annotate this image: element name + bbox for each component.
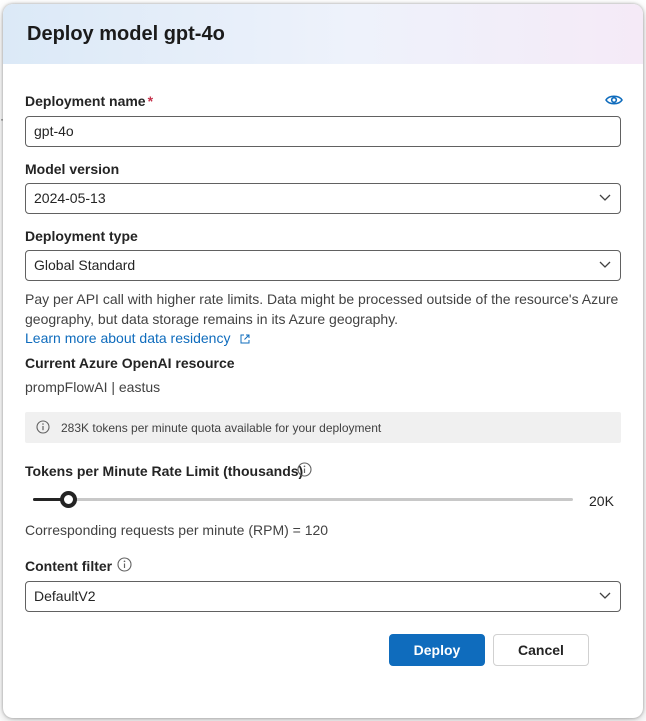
info-icon: [36, 420, 50, 434]
rate-limit-slider-thumb[interactable]: [60, 491, 78, 508]
dialog-title: Deploy model gpt-4o: [27, 23, 225, 45]
rate-limit-slider-track[interactable]: [33, 498, 573, 501]
deployment-type-label: Deployment type: [25, 228, 138, 244]
eye-icon[interactable]: [605, 94, 623, 106]
resource-label: Current Azure OpenAI resource: [25, 355, 235, 371]
data-residency-link-text: Learn more about data residency: [25, 330, 231, 346]
cancel-button[interactable]: Cancel: [493, 634, 589, 666]
resource-value: prompFlowAI | eastus: [25, 379, 161, 395]
info-icon[interactable]: [297, 462, 312, 477]
deployment-name-label-text: Deployment name: [25, 93, 146, 109]
content-filter-select[interactable]: DefaultV2: [25, 581, 621, 612]
deployment-name-label: Deployment name *: [25, 93, 153, 109]
quota-info-banner: 283K tokens per minute quota available f…: [25, 412, 621, 443]
model-version-label: Model version: [25, 161, 120, 177]
chevron-down-icon: [599, 592, 611, 599]
content-filter-value: DefaultV2: [34, 588, 96, 604]
deploy-button[interactable]: Deploy: [389, 634, 485, 666]
deployment-type-select[interactable]: Global Standard: [25, 250, 621, 281]
data-residency-link[interactable]: Learn more about data residency: [25, 330, 250, 346]
quota-message: 283K tokens per minute quota available f…: [61, 421, 382, 435]
deployment-type-value: Global Standard: [34, 257, 136, 273]
model-version-select[interactable]: 2024-05-13: [25, 183, 621, 214]
deploy-dialog: Deploy model gpt-4o Deployment name * gpt…: [3, 4, 643, 718]
deployment-name-input[interactable]: gpt-4o: [25, 116, 621, 147]
rate-limit-label: Tokens per Minute Rate Limit (thousands): [25, 463, 304, 479]
dialog-header: Deploy model gpt-4o: [3, 4, 643, 64]
rpm-text: Corresponding requests per minute (RPM) …: [25, 522, 329, 538]
deployment-type-description: Pay per API call with higher rate limits…: [25, 291, 619, 327]
model-version-value: 2024-05-13: [34, 190, 106, 206]
required-marker: *: [147, 93, 154, 109]
rate-limit-value: 20K: [589, 493, 614, 509]
chevron-down-icon: [599, 194, 611, 201]
chevron-down-icon: [599, 261, 611, 268]
external-link-icon: [240, 334, 250, 344]
info-icon[interactable]: [117, 557, 132, 572]
content-filter-label: Content filter: [25, 558, 113, 574]
